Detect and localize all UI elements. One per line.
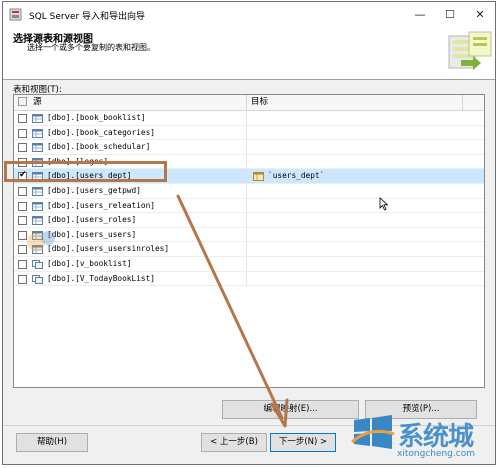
wizard-header: 选择源表和源视图 选择一个或多个要复制的表和视图。 (3, 27, 495, 80)
row-source-name: [dbo].[book_booklist] (47, 113, 146, 122)
watermark-url: xitongcheng.com (397, 449, 475, 459)
row-checkbox[interactable] (18, 128, 27, 138)
watermark-small-logo-icon (27, 231, 55, 251)
minimize-button[interactable]: — (405, 2, 435, 27)
sql-server-app-icon (9, 8, 22, 21)
row-checkbox[interactable] (18, 170, 27, 182)
row-checkbox[interactable] (18, 143, 27, 153)
table-row[interactable]: [dbo].[users_users] (14, 227, 484, 243)
row-checkbox[interactable] (18, 157, 27, 167)
column-separator (246, 271, 247, 286)
close-button[interactable]: ✕ (465, 2, 495, 27)
table-icon (32, 128, 43, 138)
row-target-name[interactable]: `users_dept` (268, 169, 324, 183)
table-row[interactable]: [dbo].[users_dept] `users_dept` (14, 169, 484, 184)
table-row[interactable]: [dbo].[v_booklist] (14, 256, 484, 272)
row-checkbox[interactable] (18, 201, 27, 211)
row-checkbox[interactable] (18, 114, 27, 123)
tables-views-list[interactable]: 源 目标 [dbo].[book_booklist] [dbo].[book_ca… (13, 94, 485, 388)
watermark-logo-icon (351, 415, 395, 449)
row-source-name: [dbo].[V_TodayBookList] (47, 273, 155, 283)
column-separator (246, 169, 247, 183)
window-title: SQL Server 导入和导出向导 (29, 12, 146, 22)
view-icon (32, 274, 43, 284)
column-separator (246, 125, 247, 140)
row-checkbox[interactable] (18, 274, 27, 284)
table-rows: [dbo].[book_booklist] [dbo].[book_categor… (14, 111, 484, 287)
table-row[interactable]: [dbo].[logos] (14, 154, 484, 170)
column-separator (246, 183, 247, 198)
select-all-checkbox[interactable] (18, 97, 27, 106)
column-separator (246, 140, 247, 154)
table-icon (32, 114, 43, 123)
row-source-name: [dbo].[users_usersinroles] (47, 244, 170, 254)
column-separator (246, 256, 247, 271)
watermark-text: 系统城 (398, 422, 474, 452)
row-checkbox[interactable] (18, 186, 27, 196)
column-separator (246, 242, 247, 256)
target-column-header[interactable]: 目标 (247, 95, 463, 110)
column-separator (246, 198, 247, 213)
title-bar: SQL Server 导入和导出向导 — ☐ ✕ (3, 2, 495, 27)
page-subtitle: 选择一个或多个要复制的表和视图。 (27, 43, 155, 52)
table-row[interactable]: [dbo].[book_categories] (14, 125, 484, 141)
column-separator (246, 154, 247, 169)
row-source-name: [dbo].[logos] (47, 156, 109, 166)
source-column-label: 源 (33, 97, 42, 107)
edit-mappings-button[interactable]: 编辑映射(E)... (222, 400, 359, 419)
table-icon (32, 172, 43, 182)
table-row[interactable]: [dbo].[users_usersinroles] (14, 242, 484, 257)
wizard-window: SQL Server 导入和导出向导 — ☐ ✕ 选择源表和源视图 选择一个或多… (2, 1, 496, 465)
table-icon (32, 143, 43, 153)
table-row[interactable]: [dbo].[users_getpwd] (14, 183, 484, 199)
table-icon (32, 186, 43, 196)
table-row[interactable]: [dbo].[users_releation] (14, 198, 484, 214)
column-separator (246, 227, 247, 242)
table-icon (32, 201, 43, 211)
back-button[interactable]: < 上一步(B) (201, 433, 267, 452)
list-header: 源 目标 (14, 95, 484, 111)
column-separator (246, 213, 247, 227)
maximize-button[interactable]: ☐ (435, 2, 465, 27)
target-column-label: 目标 (251, 97, 269, 107)
target-table-icon (253, 172, 264, 182)
row-source-name: [dbo].[users_getpwd] (47, 185, 141, 195)
wizard-banner-icon (448, 31, 492, 70)
table-icon (32, 157, 43, 167)
help-button[interactable]: 帮助(H) (16, 433, 88, 452)
row-source-name: [dbo].[users_dept] (47, 171, 132, 181)
table-row[interactable]: [dbo].[book_schedular] (14, 140, 484, 155)
row-source-name: [dbo].[book_categories] (47, 127, 155, 137)
row-source-name: [dbo].[users_releation] (47, 200, 155, 210)
table-row[interactable]: [dbo].[book_booklist] (14, 111, 484, 126)
table-row[interactable]: [dbo].[V_TodayBookList] (14, 271, 484, 287)
mouse-cursor-icon (379, 197, 389, 211)
table-row[interactable]: [dbo].[users_roles] (14, 213, 484, 228)
column-separator (246, 111, 247, 125)
row-source-name: [dbo].[book_schedular] (47, 142, 151, 152)
next-button[interactable]: 下一步(N) > (270, 433, 336, 452)
source-column-header[interactable]: 源 (14, 95, 247, 110)
